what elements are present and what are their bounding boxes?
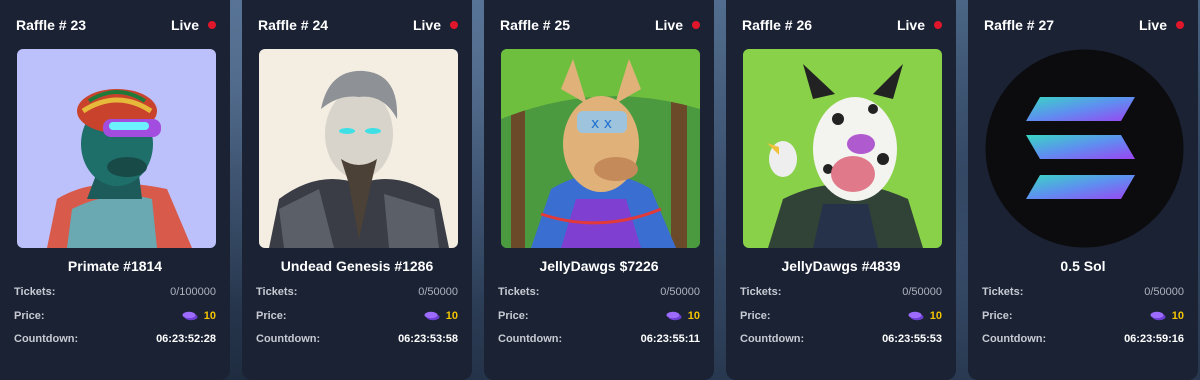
price-row: Price: 10 — [498, 308, 700, 324]
raffle-card[interactable]: Raffle # 26 Live JellyDawgs #4839 Ticket… — [726, 0, 956, 380]
price-label: Price: — [256, 310, 287, 322]
live-dot-icon — [692, 21, 700, 29]
countdown-value: 06:23:53:58 — [398, 333, 458, 345]
tickets-value: 0/50000 — [902, 286, 942, 298]
tickets-value: 0/50000 — [1144, 286, 1184, 298]
live-dot-icon — [934, 21, 942, 29]
raffle-number: Raffle # 24 — [258, 17, 329, 33]
prize-name: Undead Genesis #1286 — [280, 258, 434, 274]
card-header: Raffle # 25 Live — [500, 15, 700, 35]
tickets-row: Tickets: 0/50000 — [982, 284, 1184, 300]
live-dot-icon — [208, 21, 216, 29]
countdown-row: Countdown: 06:23:53:58 — [256, 331, 458, 347]
countdown-label: Countdown: — [498, 333, 563, 345]
countdown-row: Countdown: 06:23:59:16 — [982, 331, 1184, 347]
raffle-card[interactable]: Raffle # 25 Live x x JellyDawgs $7226 Ti… — [484, 0, 714, 380]
tickets-row: Tickets: 0/50000 — [498, 284, 700, 300]
countdown-value: 06:23:59:16 — [1124, 333, 1184, 345]
countdown-label: Countdown: — [740, 333, 805, 345]
tickets-value: 0/50000 — [660, 286, 700, 298]
live-dot-icon — [1176, 21, 1184, 29]
tickets-label: Tickets: — [256, 286, 298, 298]
dalmatian-nft-image[interactable] — [743, 49, 942, 248]
card-header: Raffle # 23 Live — [16, 15, 216, 35]
tickets-value: 0/50000 — [418, 286, 458, 298]
token-stack-icon — [1150, 311, 1166, 321]
price-row: Price: 10 — [14, 308, 216, 324]
live-dot-icon — [450, 21, 458, 29]
raffle-number: Raffle # 25 — [500, 17, 571, 33]
tickets-value: 0/100000 — [170, 286, 216, 298]
live-label: Live — [654, 17, 683, 33]
solana-logo[interactable] — [985, 49, 1184, 248]
countdown-row: Countdown: 06:23:52:28 — [14, 331, 216, 347]
tickets-label: Tickets: — [740, 286, 782, 298]
tickets-label: Tickets: — [982, 286, 1024, 298]
raffle-card[interactable]: Raffle # 24 Live Undead Genesis #1286 Ti… — [242, 0, 472, 380]
raffle-list: Raffle # 23 Live Primate #1814 Tickets: … — [0, 0, 1200, 380]
price-row: Price: 10 — [256, 308, 458, 324]
live-label: Live — [896, 17, 925, 33]
token-stack-icon — [666, 311, 682, 321]
tickets-label: Tickets: — [498, 286, 540, 298]
price-value: 10 — [929, 310, 942, 322]
svg-text:x x: x x — [591, 116, 612, 132]
card-header: Raffle # 26 Live — [742, 15, 942, 35]
price-label: Price: — [982, 310, 1013, 322]
countdown-row: Countdown: 06:23:55:53 — [740, 331, 942, 347]
card-header: Raffle # 24 Live — [258, 15, 458, 35]
live-label: Live — [412, 17, 441, 33]
prize-name: Primate #1814 — [67, 258, 163, 274]
countdown-row: Countdown: 06:23:55:11 — [498, 331, 700, 347]
live-status: Live — [171, 17, 216, 33]
price-row: Price: 10 — [740, 308, 942, 324]
countdown-value: 06:23:52:28 — [156, 333, 216, 345]
price-value: 10 — [445, 310, 458, 322]
raffle-card[interactable]: Raffle # 27 Live 0.5 Sol Tickets: 0/5000… — [968, 0, 1198, 380]
raffle-card[interactable]: Raffle # 23 Live Primate #1814 Tickets: … — [0, 0, 230, 380]
countdown-value: 06:23:55:11 — [640, 333, 700, 345]
live-status: Live — [655, 17, 700, 33]
live-status: Live — [1139, 17, 1184, 33]
tickets-row: Tickets: 0/100000 — [14, 284, 216, 300]
card-header: Raffle # 27 Live — [984, 15, 1184, 35]
raffle-number: Raffle # 26 — [742, 17, 813, 33]
countdown-label: Countdown: — [982, 333, 1047, 345]
raffle-number: Raffle # 27 — [984, 17, 1055, 33]
price-label: Price: — [740, 310, 771, 322]
dog-nft-image[interactable]: x x — [501, 49, 700, 248]
price-label: Price: — [14, 310, 45, 322]
tickets-label: Tickets: — [14, 286, 56, 298]
tickets-row: Tickets: 0/50000 — [740, 284, 942, 300]
price-row: Price: 10 — [982, 308, 1184, 324]
token-stack-icon — [908, 311, 924, 321]
token-stack-icon — [424, 311, 440, 321]
raffle-number: Raffle # 23 — [16, 17, 87, 33]
live-label: Live — [170, 17, 199, 33]
live-status: Live — [897, 17, 942, 33]
prize-name: 0.5 Sol — [1060, 258, 1106, 274]
undead-nft-image[interactable] — [259, 49, 458, 248]
token-stack-icon — [182, 311, 198, 321]
price-value: 10 — [1171, 310, 1184, 322]
live-status: Live — [413, 17, 458, 33]
tickets-row: Tickets: 0/50000 — [256, 284, 458, 300]
countdown-value: 06:23:55:53 — [882, 333, 942, 345]
live-label: Live — [1138, 17, 1167, 33]
countdown-label: Countdown: — [14, 333, 79, 345]
prize-name: JellyDawgs #4839 — [781, 258, 901, 274]
ape-nft-image[interactable] — [17, 49, 216, 248]
price-value: 10 — [687, 310, 700, 322]
price-label: Price: — [498, 310, 529, 322]
countdown-label: Countdown: — [256, 333, 321, 345]
prize-name: JellyDawgs $7226 — [539, 258, 659, 274]
price-value: 10 — [203, 310, 216, 322]
